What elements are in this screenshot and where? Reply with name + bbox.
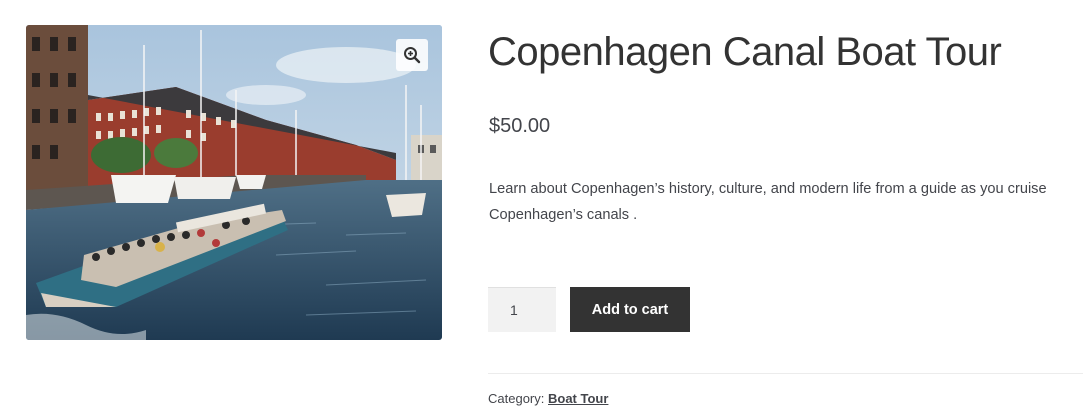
product-price: $50.00 (489, 115, 551, 137)
add-to-cart-button[interactable]: Add to cart (570, 287, 690, 332)
product-summary: Copenhagen Canal Boat Tour $50.00 Learn … (488, 0, 1083, 420)
category-link[interactable]: Boat Tour (548, 391, 608, 406)
product-title: Copenhagen Canal Boat Tour (488, 30, 1002, 74)
divider (488, 373, 1083, 374)
zoom-button[interactable] (396, 39, 428, 71)
product-image[interactable] (26, 25, 442, 340)
product-category: Category: Boat Tour (488, 390, 608, 408)
canal-boat-photo (26, 25, 442, 340)
category-label: Category: (488, 391, 545, 406)
quantity-input[interactable] (488, 287, 556, 332)
magnify-plus-icon (404, 47, 421, 64)
product-description: Learn about Copenhagen’s history, cultur… (489, 181, 1047, 223)
